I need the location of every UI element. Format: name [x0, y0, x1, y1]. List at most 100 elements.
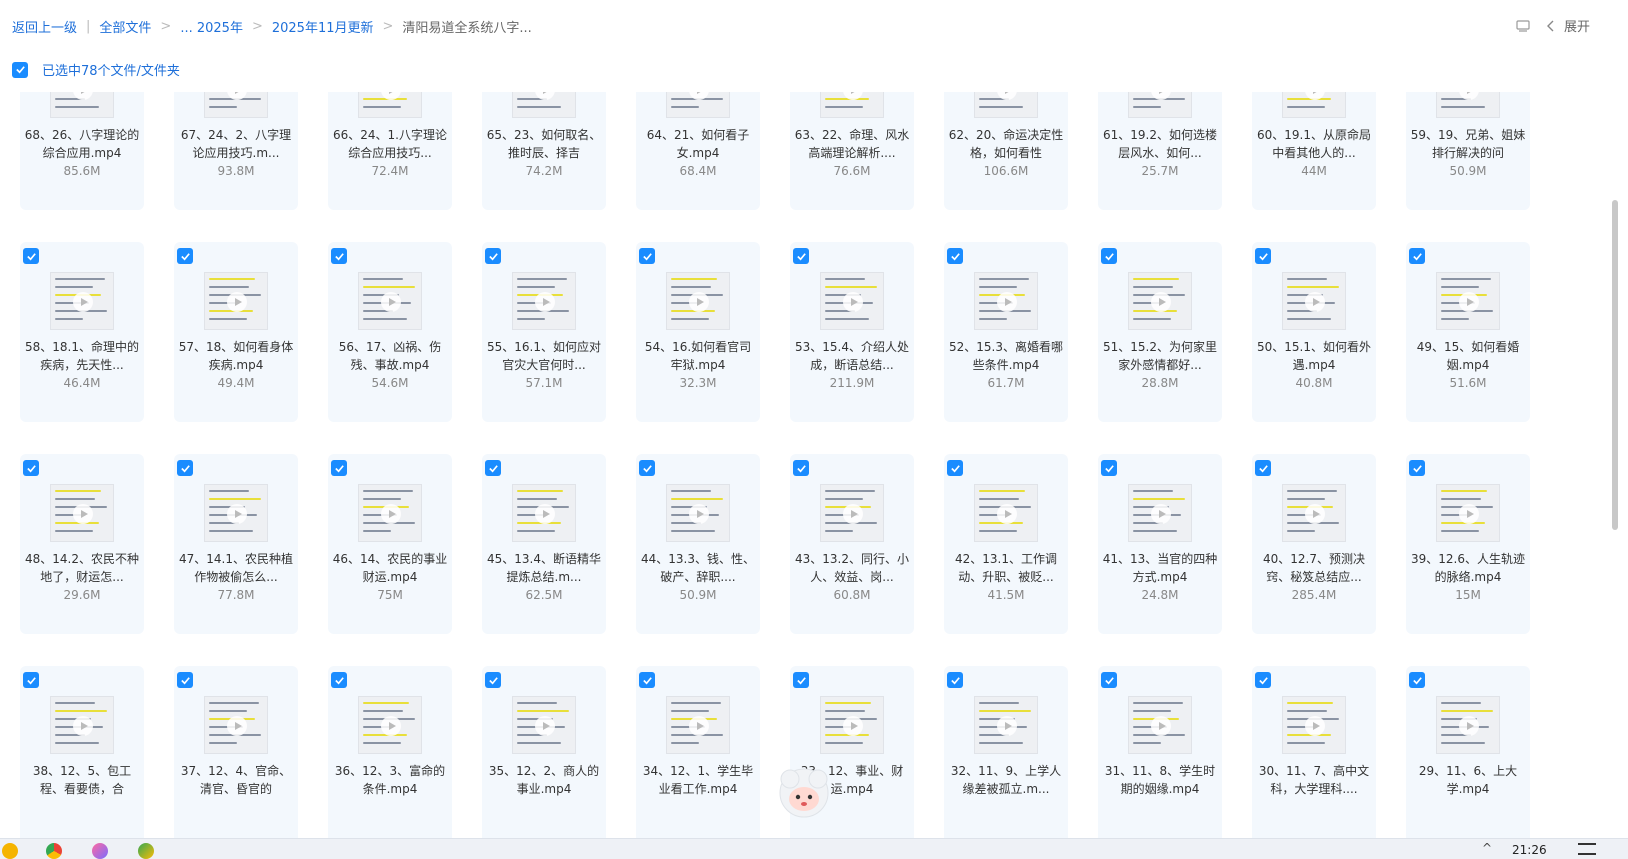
video-thumbnail: [1436, 92, 1500, 118]
file-checkbox[interactable]: [331, 460, 347, 476]
select-all-checkbox[interactable]: [12, 61, 28, 78]
file-card[interactable]: 65、23、如何取名、推时辰、择吉 74.2M: [482, 92, 606, 210]
file-card[interactable]: 42、13.1、工作调动、升职、被贬... 41.5M: [944, 454, 1068, 634]
file-card[interactable]: 39、12.6、人生轨迹的脉络.mp4 15M: [1406, 454, 1530, 634]
file-card[interactable]: 64、21、如何看子女.mp4 68.4M: [636, 92, 760, 210]
file-card[interactable]: 29、11、6、上大学.mp4: [1406, 666, 1530, 838]
file-card[interactable]: 46、14、农民的事业财运.mp4 75M: [328, 454, 452, 634]
file-checkbox[interactable]: [947, 460, 963, 476]
file-card[interactable]: 60、19.1、从原命局中看其他人的... 44M: [1252, 92, 1376, 210]
expand-button[interactable]: 展开: [1544, 16, 1590, 35]
file-card[interactable]: 47、14.1、农民种植作物被偷怎么... 77.8M: [174, 454, 298, 634]
file-card[interactable]: 67、24、2、八字理论应用技巧.m... 93.8M: [174, 92, 298, 210]
file-checkbox[interactable]: [1101, 248, 1117, 264]
taskbar-app-icon[interactable]: [92, 843, 108, 859]
file-card[interactable]: 51、15.2、为何家里家外感情都好... 28.8M: [1098, 242, 1222, 422]
file-card[interactable]: 38、12、5、包工程、看要债，合: [20, 666, 144, 838]
menu-icon[interactable]: [1578, 843, 1596, 855]
file-card[interactable]: 52、15.3、离婚看哪些条件.mp4 61.7M: [944, 242, 1068, 422]
breadcrumb-nov-update[interactable]: 2025年11月更新: [272, 17, 374, 36]
file-card[interactable]: 31、11、8、学生时期的姻缘.mp4: [1098, 666, 1222, 838]
file-card[interactable]: 34、12、1、学生毕业看工作.mp4: [636, 666, 760, 838]
file-checkbox[interactable]: [1409, 248, 1425, 264]
file-checkbox[interactable]: [793, 248, 809, 264]
taskbar-app-icon[interactable]: [2, 843, 18, 859]
file-card[interactable]: 55、16.1、如何应对官灾大官何时... 57.1M: [482, 242, 606, 422]
file-checkbox[interactable]: [947, 672, 963, 688]
file-card[interactable]: 54、16.如何看官司牢狱.mp4 32.3M: [636, 242, 760, 422]
chevron-up-icon[interactable]: ^: [1482, 841, 1492, 855]
file-checkbox[interactable]: [177, 460, 193, 476]
back-link[interactable]: 返回上一级: [12, 17, 77, 36]
view-tools: 展开: [1516, 16, 1590, 35]
file-checkbox[interactable]: [1255, 672, 1271, 688]
thumbnail-text-line: [979, 490, 1025, 492]
file-card[interactable]: 45、13.4、断语精华提炼总结.m... 62.5M: [482, 454, 606, 634]
view-mode-icon[interactable]: [1516, 19, 1530, 33]
file-checkbox[interactable]: [177, 672, 193, 688]
file-card[interactable]: 50、15.1、如何看外遇.mp4 40.8M: [1252, 242, 1376, 422]
file-card[interactable]: 48、14.2、农民不种地了，财运怎... 29.6M: [20, 454, 144, 634]
file-card[interactable]: 32、11、9、上学人缘差被孤立.m...: [944, 666, 1068, 838]
file-card[interactable]: 63、22、命理、风水高端理论解析.... 76.6M: [790, 92, 914, 210]
file-card[interactable]: 49、15、如何看婚姻.mp4 51.6M: [1406, 242, 1530, 422]
file-card[interactable]: 37、12、4、官命、清官、昏官的: [174, 666, 298, 838]
file-checkbox[interactable]: [1255, 248, 1271, 264]
file-card[interactable]: 62、20、命运决定性格，如何看性 106.6M: [944, 92, 1068, 210]
file-card[interactable]: 56、17、凶祸、伤残、事故.mp4 54.6M: [328, 242, 452, 422]
file-checkbox[interactable]: [1409, 672, 1425, 688]
file-checkbox[interactable]: [23, 248, 39, 264]
file-card[interactable]: 36、12、3、富命的条件.mp4: [328, 666, 452, 838]
file-checkbox[interactable]: [331, 248, 347, 264]
file-card[interactable]: 53、15.4、介绍人处成，断语总结... 211.9M: [790, 242, 914, 422]
scrollbar[interactable]: [1612, 200, 1618, 530]
file-name: 57、18、如何看身体疾病.mp4: [178, 340, 294, 372]
file-card[interactable]: 40、12.7、预测决窍、秘笈总结应... 285.4M: [1252, 454, 1376, 634]
file-checkbox[interactable]: [485, 248, 501, 264]
file-checkbox[interactable]: [947, 248, 963, 264]
assistant-mascot-icon[interactable]: [772, 763, 836, 827]
breadcrumb-all-files[interactable]: 全部文件: [99, 17, 151, 36]
file-checkbox[interactable]: [485, 460, 501, 476]
video-thumbnail: [1128, 272, 1192, 330]
thumbnail-text-line: [825, 490, 875, 492]
file-card[interactable]: 35、12、2、商人的事业.mp4: [482, 666, 606, 838]
file-card[interactable]: 68、26、八字理论的综合应用.mp4 85.6M: [20, 92, 144, 210]
thumbnail-text-line: [55, 106, 99, 108]
file-checkbox[interactable]: [1101, 672, 1117, 688]
video-thumbnail: [974, 92, 1038, 118]
file-card[interactable]: 43、13.2、同行、小人、效益、岗... 60.8M: [790, 454, 914, 634]
file-card[interactable]: 59、19、兄弟、姐妹排行解决的问 50.9M: [1406, 92, 1530, 210]
video-thumbnail: [204, 92, 268, 118]
file-checkbox[interactable]: [639, 460, 655, 476]
file-checkbox[interactable]: [485, 672, 501, 688]
thumbnail-text-line: [363, 286, 415, 288]
thumbnail-text-line: [517, 286, 555, 288]
file-card[interactable]: 44、13.3、钱、性、破产、辞职.... 50.9M: [636, 454, 760, 634]
file-checkbox[interactable]: [1409, 460, 1425, 476]
file-card[interactable]: 61、19.2、如何选楼层风水、如何... 25.7M: [1098, 92, 1222, 210]
file-checkbox[interactable]: [793, 672, 809, 688]
file-checkbox[interactable]: [23, 460, 39, 476]
file-checkbox[interactable]: [1255, 460, 1271, 476]
video-thumbnail: [974, 484, 1038, 542]
thumbnail-text-line: [1287, 742, 1325, 744]
file-card[interactable]: 30、11、7、高中文科，大学理科....: [1252, 666, 1376, 838]
file-checkbox[interactable]: [639, 248, 655, 264]
file-checkbox[interactable]: [177, 248, 193, 264]
file-card[interactable]: 57、18、如何看身体疾病.mp4 49.4M: [174, 242, 298, 422]
breadcrumb-chevron: >: [160, 19, 172, 34]
check-icon: [1258, 676, 1268, 684]
chrome-icon[interactable]: [46, 843, 62, 859]
file-checkbox[interactable]: [639, 672, 655, 688]
file-checkbox[interactable]: [23, 672, 39, 688]
file-checkbox[interactable]: [793, 460, 809, 476]
taskbar-app-icon[interactable]: [138, 843, 154, 859]
breadcrumb-2025[interactable]: ... 2025年: [180, 17, 243, 36]
file-card[interactable]: 41、13、当官的四种方式.mp4 24.8M: [1098, 454, 1222, 634]
file-card[interactable]: 58、18.1、命理中的疾病，先天性... 46.4M: [20, 242, 144, 422]
file-checkbox[interactable]: [1101, 460, 1117, 476]
video-thumbnail: [820, 92, 884, 118]
file-card[interactable]: 66、24、1.八字理论综合应用技巧... 72.4M: [328, 92, 452, 210]
file-checkbox[interactable]: [331, 672, 347, 688]
